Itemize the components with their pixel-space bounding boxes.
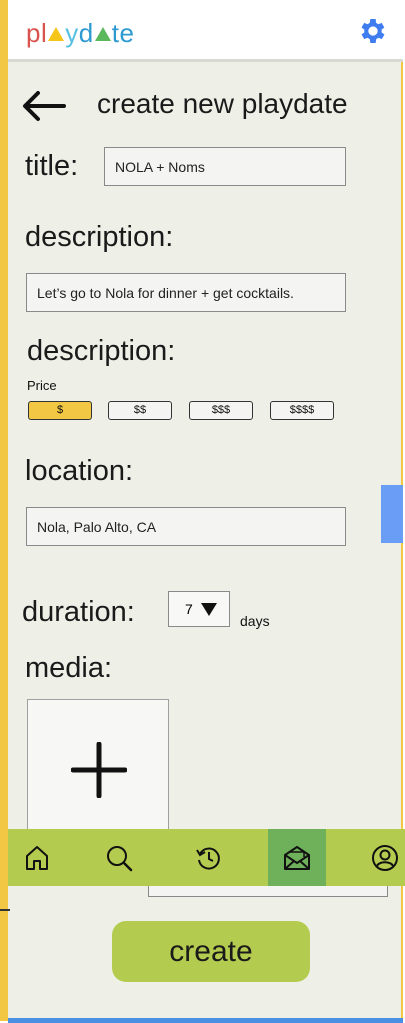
history-icon	[196, 847, 220, 869]
duration-select[interactable]: 7	[168, 591, 230, 627]
price-option-4[interactable]: $$$$	[270, 401, 334, 420]
bottom-nav	[8, 829, 405, 886]
nav-home[interactable]	[8, 829, 66, 886]
price-option-2[interactable]: $$	[108, 401, 172, 420]
divider	[0, 909, 10, 911]
back-arrow-icon[interactable]	[20, 88, 66, 124]
nav-inbox[interactable]	[268, 829, 326, 886]
price-option-3[interactable]: $$$	[189, 401, 253, 420]
home-icon	[26, 845, 48, 870]
gear-icon[interactable]	[357, 15, 389, 47]
plus-icon	[71, 742, 127, 798]
page-title: create new playdate	[97, 88, 348, 119]
create-button[interactable]: create	[112, 921, 310, 982]
profile-icon	[372, 844, 398, 871]
bottom-edge	[8, 1018, 403, 1023]
duration-unit: days	[240, 613, 270, 629]
media-upload-box[interactable]	[27, 699, 169, 839]
inbox-icon	[284, 845, 310, 870]
title-label: title:	[25, 150, 79, 182]
nav-history[interactable]	[180, 829, 238, 886]
nav-search[interactable]	[90, 829, 148, 886]
location-field[interactable]: Nola, Palo Alto, CA	[26, 507, 346, 546]
location-label: location:	[25, 455, 134, 487]
scrollbar-thumb[interactable]	[381, 485, 403, 543]
media-label: media:	[25, 652, 113, 684]
description-field[interactable]: Let’s go to Nola for dinner + get cockta…	[26, 273, 346, 312]
price-label: Price	[27, 378, 57, 393]
description2-label: description:	[27, 335, 176, 367]
price-option-1[interactable]: $	[28, 401, 92, 420]
duration-value: 7	[185, 601, 193, 617]
description-label: description:	[25, 221, 174, 253]
nav-profile[interactable]	[356, 829, 405, 886]
top-bar: pl yd te	[8, 0, 403, 62]
title-field[interactable]: NOLA + Noms	[104, 147, 346, 186]
app-logo: pl yd te	[26, 18, 135, 48]
search-icon	[107, 845, 133, 871]
duration-label: duration:	[22, 596, 135, 628]
chevron-down-icon	[200, 602, 217, 616]
